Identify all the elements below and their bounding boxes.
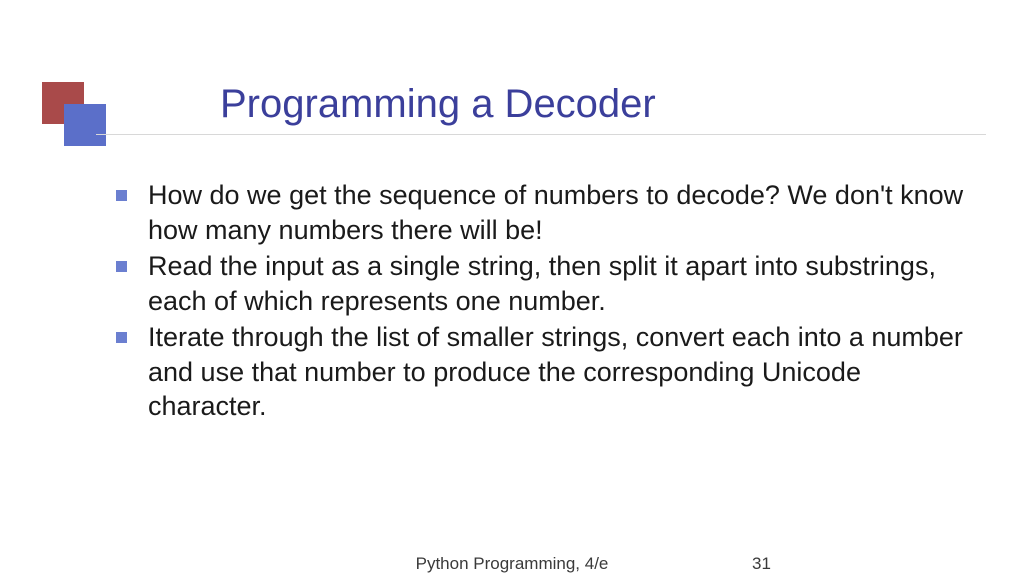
- footer-page-number: 31: [752, 554, 771, 574]
- slide-title: Programming a Decoder: [220, 82, 656, 127]
- footer-source: Python Programming, 4/e: [0, 554, 1024, 574]
- logo-blue-square: [64, 104, 106, 146]
- slide-content: How do we get the sequence of numbers to…: [116, 178, 976, 426]
- slide-logo: [42, 82, 104, 144]
- title-divider: [96, 134, 986, 135]
- bullet-item: Iterate through the list of smaller stri…: [116, 320, 976, 424]
- bullet-item: How do we get the sequence of numbers to…: [116, 178, 976, 247]
- bullet-item: Read the input as a single string, then …: [116, 249, 976, 318]
